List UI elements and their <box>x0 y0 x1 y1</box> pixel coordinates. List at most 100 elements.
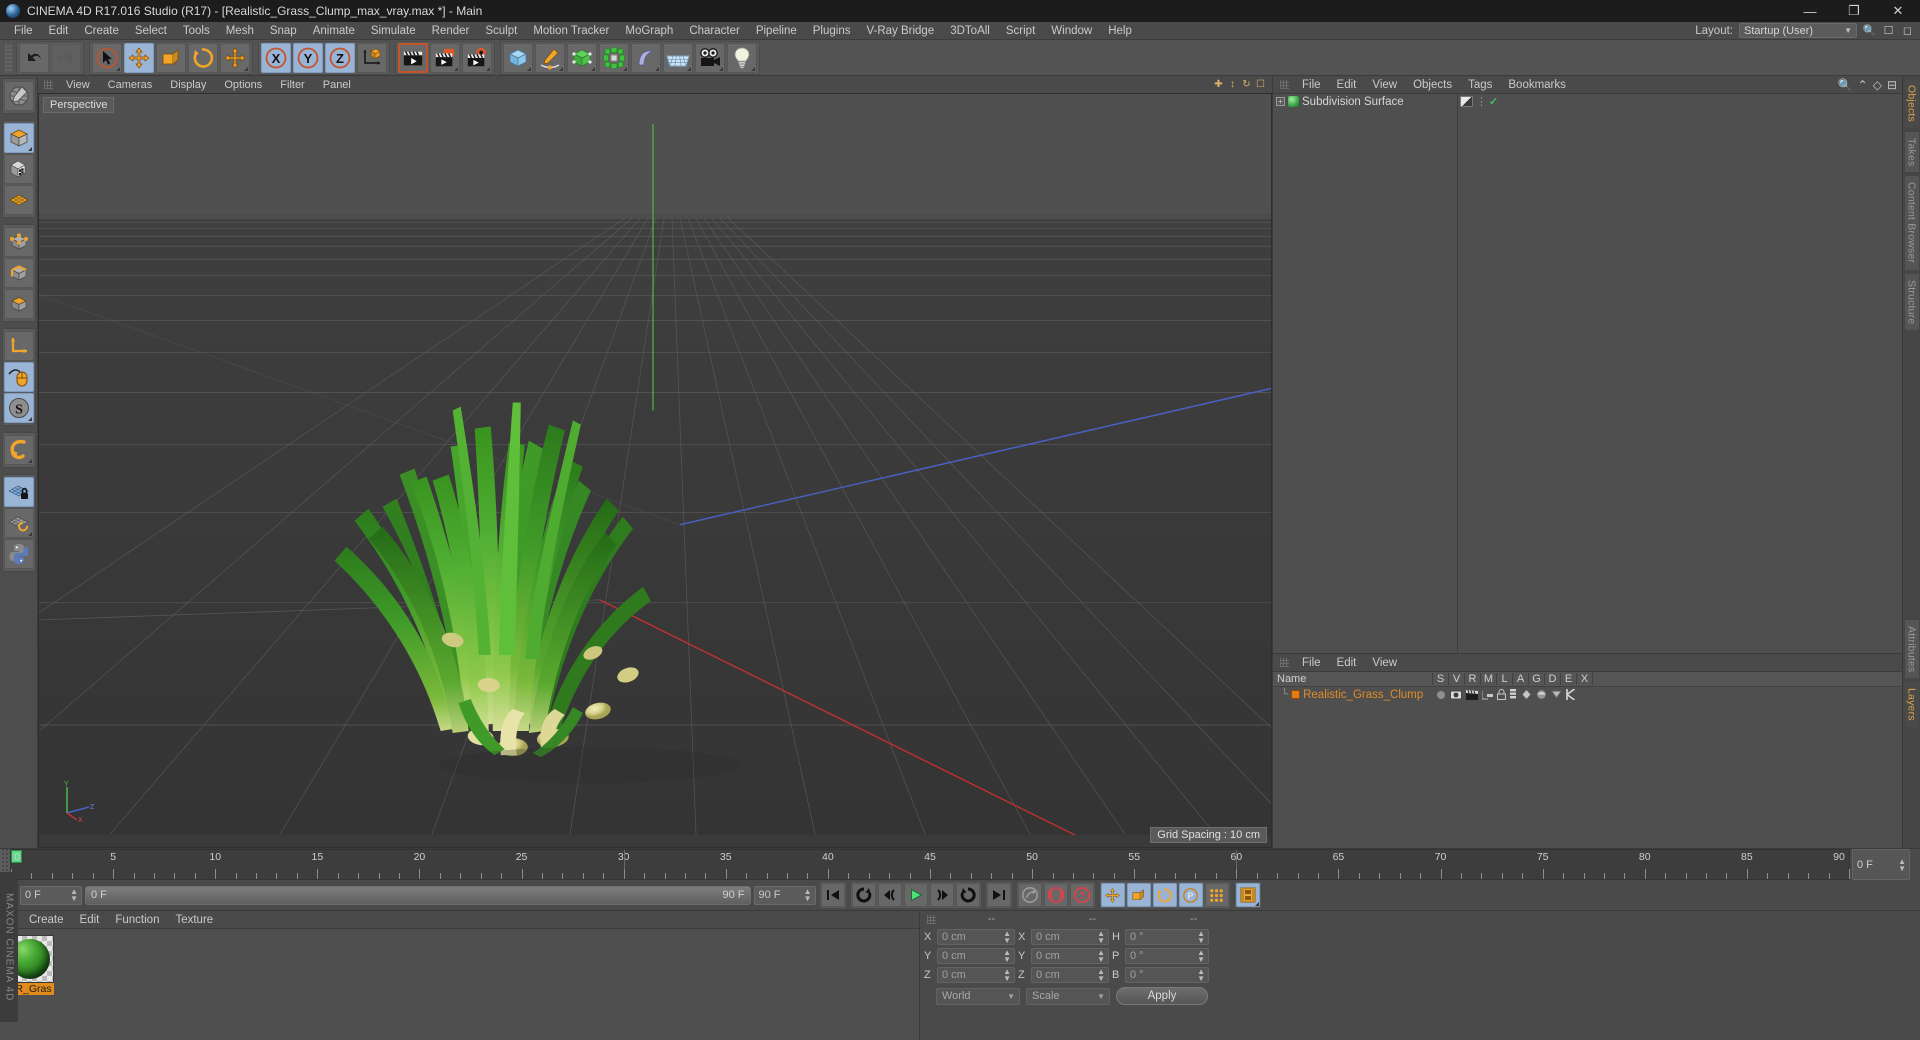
magnet-tool-button[interactable] <box>3 435 34 465</box>
current-frame-field[interactable]: 0 F ▲ ▼ <box>20 885 82 905</box>
menu-render[interactable]: Render <box>424 22 478 40</box>
redo-button[interactable] <box>51 42 81 73</box>
scale-key-button[interactable] <box>1126 883 1151 907</box>
spinner-icon[interactable]: ▲ ▼ <box>1898 857 1906 872</box>
world-object-axis-button[interactable] <box>357 42 387 73</box>
workplane-button[interactable] <box>3 508 34 538</box>
objmgr-menu-bookmarks[interactable]: Bookmarks <box>1500 76 1574 94</box>
add-environment-button[interactable] <box>663 42 693 73</box>
menu-character[interactable]: Character <box>681 22 748 40</box>
coord-field-size-y[interactable]: 0 cm ▲ ▼ <box>1031 948 1109 964</box>
objmgr-menu-objects[interactable]: Objects <box>1405 76 1460 94</box>
toolbar-grip[interactable] <box>5 42 13 73</box>
layout-dropdown[interactable]: Startup (User) ▼ <box>1739 23 1857 38</box>
tab-takes[interactable]: Takes <box>1903 131 1920 174</box>
scale-view-icon[interactable]: ↕ <box>1227 79 1238 90</box>
layermgr-menu-file[interactable]: File <box>1294 654 1329 672</box>
coord-field-pos-y[interactable]: 0 cm ▲ ▼ <box>937 948 1015 964</box>
layer-col-e[interactable]: E <box>1561 673 1577 685</box>
maximize-button[interactable]: ❐ <box>1832 0 1876 22</box>
lock-x-axis-button[interactable]: X <box>261 42 291 73</box>
menu-animate[interactable]: Animate <box>305 22 363 40</box>
model-mode-button[interactable] <box>3 123 34 153</box>
spinner-icon[interactable]: ▲ ▼ <box>1097 949 1105 964</box>
tab-layers[interactable]: Layers <box>1903 681 1920 728</box>
rotate-tool-button[interactable] <box>188 42 218 73</box>
spinner-icon[interactable]: ▲ ▼ <box>1097 968 1105 983</box>
record-active-objects-button[interactable] <box>1017 883 1042 907</box>
rotation-key-button[interactable] <box>1152 883 1177 907</box>
add-mograph-button[interactable] <box>599 42 629 73</box>
layer-color-swatch[interactable] <box>1291 690 1301 699</box>
tab-attributes[interactable]: Attributes <box>1903 618 1920 680</box>
workplane-lock-button[interactable] <box>3 477 34 507</box>
object-tag-area[interactable]: ⋮ ✓ <box>1458 94 1902 653</box>
menu-simulate[interactable]: Simulate <box>363 22 424 40</box>
coordinate-system-dropdown[interactable]: World ▼ <box>936 987 1020 1005</box>
coord-field-rot-p[interactable]: 0 ° ▲ ▼ <box>1125 948 1209 964</box>
render-clapper-icon[interactable] <box>1466 689 1479 700</box>
pla-key-button[interactable] <box>1204 883 1229 907</box>
spinner-icon[interactable]: ▲ ▼ <box>70 888 78 903</box>
enable-snap-button[interactable]: S <box>3 393 34 423</box>
home-icon[interactable]: ⌃ <box>1858 78 1868 92</box>
add-deformer-button[interactable] <box>631 42 661 73</box>
render-settings-button[interactable] <box>462 42 492 73</box>
texture-mode-button[interactable] <box>3 154 34 184</box>
layermgr-menu-view[interactable]: View <box>1364 654 1405 672</box>
viewport-menu-display[interactable]: Display <box>161 76 215 94</box>
generator-icon[interactable] <box>1521 689 1532 700</box>
coord-field-pos-z[interactable]: 0 cm ▲ ▼ <box>937 967 1015 983</box>
tab-objects[interactable]: Objects <box>1903 78 1920 129</box>
menu-3dtoall[interactable]: 3DToAll <box>942 22 998 40</box>
menu-tools[interactable]: Tools <box>175 22 218 40</box>
add-camera-button[interactable] <box>695 42 725 73</box>
timeline-ruler[interactable]: 051015202530354045505560657075808590 <box>10 849 1850 880</box>
spinner-icon[interactable]: ▲ ▼ <box>1003 968 1011 983</box>
layer-col-r[interactable]: R <box>1465 673 1481 685</box>
coordinates-grip[interactable] <box>927 914 936 924</box>
window-restore-icon[interactable]: ☐ <box>1882 24 1895 37</box>
menu-sculpt[interactable]: Sculpt <box>477 22 525 40</box>
tab-structure[interactable]: Structure <box>1903 272 1920 332</box>
layer-list[interactable]: └ Realistic_Grass_Clump <box>1273 687 1902 848</box>
point-mode-button[interactable] <box>3 227 34 257</box>
play-backwards-button[interactable] <box>851 883 876 907</box>
layer-col-m[interactable]: M <box>1481 673 1497 685</box>
object-tree[interactable]: + Subdivision Surface <box>1273 94 1458 653</box>
viewport-menu-filter[interactable]: Filter <box>271 76 313 94</box>
fit-icon[interactable]: ⊟ <box>1887 78 1897 92</box>
deformer-icon[interactable] <box>1536 689 1547 700</box>
viewport-solo-button[interactable] <box>3 362 34 392</box>
manager-toggle-icon[interactable] <box>1482 690 1494 700</box>
matmgr-menu-function[interactable]: Function <box>107 911 167 929</box>
preview-range-bar[interactable]: 0 F 90 F <box>85 885 751 905</box>
layer-col-name[interactable]: Name <box>1273 673 1433 685</box>
viewport-menu-options[interactable]: Options <box>215 76 271 94</box>
menu-edit[interactable]: Edit <box>41 22 77 40</box>
axis-mode-button[interactable] <box>3 331 34 361</box>
layermgr-menu-edit[interactable]: Edit <box>1329 654 1365 672</box>
render-to-picture-viewer-button[interactable] <box>430 42 460 73</box>
objmgr-menu-view[interactable]: View <box>1364 76 1405 94</box>
menu-help[interactable]: Help <box>1100 22 1140 40</box>
lock-z-axis-button[interactable]: Z <box>325 42 355 73</box>
window-close-small-icon[interactable]: ◻ <box>1901 24 1914 37</box>
add-generator-button[interactable] <box>567 42 597 73</box>
layer-col-d[interactable]: D <box>1545 673 1561 685</box>
position-key-button[interactable] <box>1100 883 1125 907</box>
autokeying-button[interactable] <box>1043 883 1068 907</box>
object-manager-panel[interactable]: + Subdivision Surface ⋮ ✓ <box>1273 94 1902 653</box>
go-to-end-button[interactable] <box>986 883 1011 907</box>
search-icon[interactable]: 🔍 <box>1838 78 1853 92</box>
maximize-view-icon[interactable]: ☐ <box>1255 79 1266 90</box>
expression-icon[interactable] <box>1551 690 1563 699</box>
spinner-icon[interactable]: ▲ ▼ <box>804 888 812 903</box>
render-view-button[interactable] <box>398 42 428 73</box>
rotate-view-icon[interactable]: ↻ <box>1241 79 1252 90</box>
eye-icon[interactable]: ◇ <box>1873 78 1882 92</box>
spinner-icon[interactable]: ▲ ▼ <box>1197 930 1205 945</box>
previous-frame-button[interactable] <box>877 883 902 907</box>
polygon-mode-button[interactable] <box>3 185 34 215</box>
viewport-menu-grip[interactable] <box>44 80 53 89</box>
